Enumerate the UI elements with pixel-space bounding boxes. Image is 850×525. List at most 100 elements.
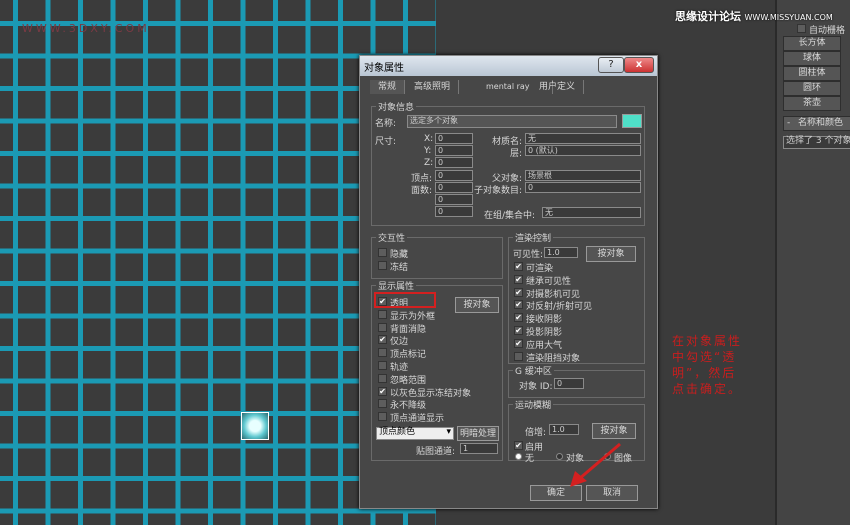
visibility-spinner[interactable]: 1.0 xyxy=(544,247,578,258)
render-label: 继承可见性 xyxy=(526,276,572,287)
selected-object[interactable] xyxy=(241,412,269,440)
render-label: 可渲染 xyxy=(526,264,554,274)
display-label: 轨迹 xyxy=(390,363,409,373)
object-id-label: 对象 ID: xyxy=(519,382,553,392)
x-field: 0 xyxy=(435,133,473,144)
object-id-spinner[interactable]: 0 xyxy=(554,378,584,389)
close-button[interactable]: x xyxy=(624,57,654,73)
dimensions-label: 尺寸: xyxy=(375,137,397,147)
object-color-swatch[interactable] xyxy=(622,114,642,128)
display-label: 显示为外框 xyxy=(390,311,436,322)
autogrid-label: 自动栅格 xyxy=(809,26,846,36)
name-color-rollout[interactable]: - 名称和颜色 xyxy=(783,116,850,131)
material-field: 无 xyxy=(525,133,641,144)
render-label: 对反射/折射可见 xyxy=(526,302,593,313)
render-checkbox[interactable]: ✔ xyxy=(514,300,523,310)
dialog-title: 对象属性 xyxy=(364,63,404,74)
red-arrow-icon xyxy=(570,442,621,487)
display-label: 仅边 xyxy=(390,337,409,348)
highlight-box xyxy=(374,292,436,308)
render-checkbox[interactable]: ✔ xyxy=(514,313,523,323)
vertex-color-select[interactable]: 顶点颜色 ▾ xyxy=(376,427,454,440)
render-label: 对摄影机可见 xyxy=(526,289,581,300)
render-checkbox[interactable]: ✔ xyxy=(514,262,523,271)
visibility-label: 可见性: xyxy=(513,250,544,260)
name-field[interactable]: 选定多个对象 xyxy=(407,115,617,128)
display-checkbox[interactable]: ✔ xyxy=(378,386,387,396)
render-label: 渲染阻挡对象 xyxy=(526,353,581,364)
display-checkbox[interactable] xyxy=(378,348,387,358)
group-label: 交互性 xyxy=(376,231,408,244)
gbuffer-group: G 缓冲区 对象 ID: 0 xyxy=(508,364,645,398)
display-checkbox[interactable] xyxy=(378,412,387,422)
radio-none-label: 无 xyxy=(525,454,535,464)
torus-button[interactable]: 圆环 xyxy=(783,81,841,96)
children-field: 0 xyxy=(525,182,641,193)
render-label: 接收阴影 xyxy=(526,315,563,326)
display-label: 忽略范围 xyxy=(390,375,427,386)
display-label: 顶点通道显示 xyxy=(390,414,445,425)
radio-object[interactable] xyxy=(556,453,563,460)
children-label: 子对象数目: xyxy=(474,186,523,196)
site-watermark: 思缘设计论坛 WWW.MISSYUAN.COM xyxy=(675,8,833,24)
enabled-checkbox[interactable]: ✔ xyxy=(514,441,523,450)
group-label: 运动模糊 xyxy=(513,398,554,411)
viewport-watermark: WWW.3DXY.COM xyxy=(22,22,150,35)
display-checkbox[interactable] xyxy=(378,399,387,409)
display-checkbox[interactable] xyxy=(378,322,387,332)
parent-field: 场景根 xyxy=(525,170,641,181)
map-channel-spinner[interactable]: 1 xyxy=(460,443,498,454)
object-info-group: 对象信息 名称: 选定多个对象 尺寸: X: 0 Y: 0 Z: 0 顶点: 0… xyxy=(371,100,645,226)
render-checkbox[interactable]: ✔ xyxy=(514,338,523,348)
render-checkbox[interactable]: ✔ xyxy=(514,287,523,297)
info-field: 0 xyxy=(435,194,473,205)
motion-by-object-button[interactable]: 按对象 xyxy=(592,423,636,439)
render-control-group: 渲染控制 可见性: 1.0 按对象 ✔ 可渲染 ✔ 继承可见性 ✔ 对摄影机可见 ✔ 对反射/… xyxy=(508,231,645,364)
radio-none[interactable] xyxy=(515,453,522,460)
vertices-field: 0 xyxy=(435,170,473,181)
display-by-object-button[interactable]: 按对象 xyxy=(455,297,499,313)
freeze-checkbox[interactable] xyxy=(378,261,387,270)
teapot-button[interactable]: 茶壶 xyxy=(783,96,841,111)
display-checkbox[interactable] xyxy=(378,361,387,370)
render-checkbox[interactable] xyxy=(514,351,523,361)
layer-label: 层: xyxy=(510,149,523,159)
multiplier-label: 倍增: xyxy=(525,428,547,438)
site-url: WWW.MISSYUAN.COM xyxy=(744,13,833,22)
hide-checkbox[interactable] xyxy=(378,248,387,257)
in-group-field: 无 xyxy=(542,207,641,218)
render-label: 应用大气 xyxy=(526,340,563,351)
chevron-down-icon: ▾ xyxy=(446,427,451,437)
render-checkbox[interactable]: ✔ xyxy=(514,326,523,335)
rollout-toggle: - xyxy=(787,118,791,128)
in-group-label: 在组/集合中: xyxy=(484,211,536,221)
sphere-button[interactable]: 球体 xyxy=(783,51,841,66)
group-label: 对象信息 xyxy=(376,100,417,113)
display-label: 顶点标记 xyxy=(390,350,427,361)
cylinder-button[interactable]: 圆柱体 xyxy=(783,66,841,81)
autogrid-checkbox[interactable] xyxy=(797,24,806,33)
object-name-field[interactable]: 选择了 3 个对象 xyxy=(783,136,850,149)
tab-general[interactable]: 常规 xyxy=(370,80,406,94)
site-name: 思缘设计论坛 xyxy=(675,10,741,23)
tab-user-defined[interactable]: 用户定义 xyxy=(531,80,585,94)
command-panel: 自动栅格 长方体 球体 圆柱体 圆环 茶壶 - 名称和颜色 选择了 3 个对象 xyxy=(775,0,850,525)
display-checkbox[interactable] xyxy=(378,309,387,319)
select-value: 顶点颜色 xyxy=(379,427,416,437)
y-field: 0 xyxy=(435,145,473,156)
map-channel-label: 贴图通道: xyxy=(416,447,456,457)
display-label: 背面消隐 xyxy=(390,324,427,335)
name-label: 名称: xyxy=(375,119,397,129)
render-by-object-button[interactable]: 按对象 xyxy=(586,246,636,262)
shaded-button[interactable]: 明暗处理 xyxy=(457,426,499,441)
multiplier-spinner[interactable]: 1.0 xyxy=(549,424,579,435)
interactivity-group: 交互性 隐藏 冻结 xyxy=(371,231,503,279)
display-checkbox[interactable]: ✔ xyxy=(378,335,387,345)
display-checkbox[interactable] xyxy=(378,373,387,383)
render-checkbox[interactable]: ✔ xyxy=(514,274,523,284)
object-properties-dialog: 对象属性 ? x 常规 高级照明 mental ray 用户定义 对象信息 名称… xyxy=(359,55,658,509)
faces-field: 0 xyxy=(435,182,473,193)
box-button[interactable]: 长方体 xyxy=(783,36,841,51)
help-button[interactable]: ? xyxy=(598,57,624,73)
tab-advanced-lighting[interactable]: 高级照明 xyxy=(406,80,460,94)
